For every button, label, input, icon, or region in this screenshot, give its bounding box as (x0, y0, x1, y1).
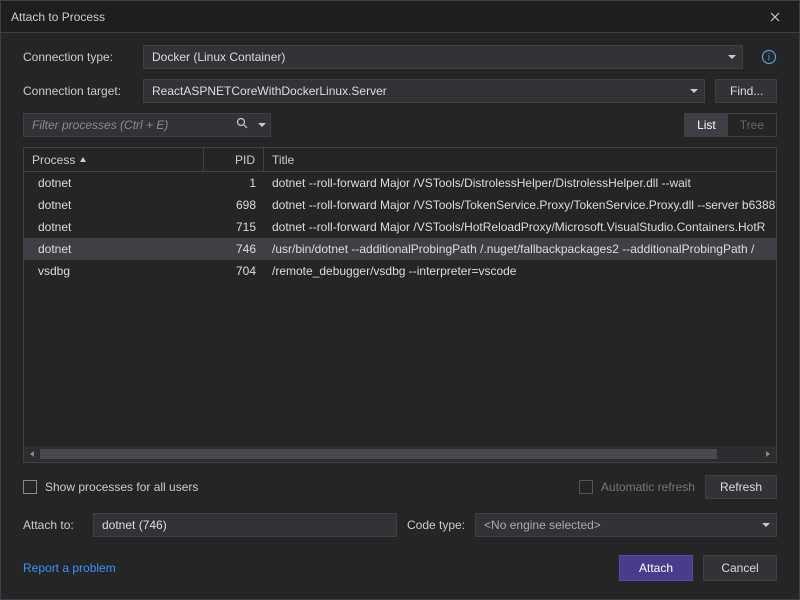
grid-body: dotnet1dotnet --roll-forward Major /VSTo… (24, 172, 776, 446)
connection-type-combo[interactable]: Docker (Linux Container) (143, 45, 743, 69)
close-icon (770, 12, 780, 22)
cell-title: dotnet --roll-forward Major /VSTools/Tok… (264, 198, 776, 212)
sort-ascending-icon (79, 153, 87, 167)
cancel-button[interactable]: Cancel (703, 555, 777, 581)
view-toggle: List Tree (684, 113, 777, 137)
dialog-footer: Report a problem Attach Cancel (1, 551, 799, 599)
scrollbar-track[interactable] (40, 446, 760, 462)
chevron-down-icon (728, 50, 736, 64)
connection-target-value: ReactASPNETCoreWithDockerLinux.Server (152, 84, 387, 98)
cell-process: dotnet (24, 242, 204, 256)
column-header-process[interactable]: Process (24, 148, 204, 171)
connection-target-combo[interactable]: ReactASPNETCoreWithDockerLinux.Server (143, 79, 705, 103)
column-header-title[interactable]: Title (264, 148, 776, 171)
cell-process: vsdbg (24, 264, 204, 278)
process-grid: Process PID Title dotnet1dotnet --roll-f… (23, 147, 777, 463)
filter-searchbox[interactable] (23, 113, 271, 137)
cell-pid: 1 (204, 176, 264, 190)
code-type-label: Code type: (407, 518, 465, 532)
table-row[interactable]: dotnet746/usr/bin/dotnet --additionalPro… (24, 238, 776, 260)
cell-title: dotnet --roll-forward Major /VSTools/Dis… (264, 176, 776, 190)
filter-input[interactable] (32, 118, 230, 132)
horizontal-scrollbar[interactable] (24, 446, 776, 462)
find-button[interactable]: Find... (715, 79, 777, 103)
attach-to-input[interactable] (93, 513, 397, 537)
report-problem-link[interactable]: Report a problem (23, 561, 116, 575)
connection-type-value: Docker (Linux Container) (152, 50, 285, 64)
checkbox-box (579, 480, 593, 494)
cell-process: dotnet (24, 220, 204, 234)
table-row[interactable]: vsdbg704/remote_debugger/vsdbg --interpr… (24, 260, 776, 282)
show-all-users-checkbox[interactable]: Show processes for all users (23, 480, 198, 494)
close-button[interactable] (761, 3, 789, 31)
automatic-refresh-label: Automatic refresh (601, 480, 695, 494)
scroll-right-icon[interactable] (760, 446, 776, 462)
cell-title: /remote_debugger/vsdbg --interpreter=vsc… (264, 264, 776, 278)
chevron-down-icon[interactable] (258, 116, 266, 134)
cell-title: dotnet --roll-forward Major /VSTools/Hot… (264, 220, 776, 234)
code-type-combo[interactable]: <No engine selected> (475, 513, 777, 537)
view-list-toggle[interactable]: List (685, 114, 728, 136)
show-all-users-label: Show processes for all users (45, 480, 198, 494)
attach-button[interactable]: Attach (619, 555, 693, 581)
cell-pid: 704 (204, 264, 264, 278)
view-tree-toggle[interactable]: Tree (728, 114, 776, 136)
refresh-button[interactable]: Refresh (705, 475, 777, 499)
svg-text:i: i (768, 53, 770, 64)
dialog-title: Attach to Process (11, 10, 105, 24)
chevron-down-icon (690, 84, 698, 98)
connection-target-label: Connection target: (23, 84, 133, 98)
attach-to-label: Attach to: (23, 518, 83, 532)
table-row[interactable]: dotnet1dotnet --roll-forward Major /VSTo… (24, 172, 776, 194)
attach-to-process-dialog: Attach to Process Connection type: Docke… (0, 0, 800, 600)
table-row[interactable]: dotnet698dotnet --roll-forward Major /VS… (24, 194, 776, 216)
connection-type-label: Connection type: (23, 50, 133, 64)
cell-pid: 715 (204, 220, 264, 234)
cell-process: dotnet (24, 176, 204, 190)
scroll-left-icon[interactable] (24, 446, 40, 462)
cell-process: dotnet (24, 198, 204, 212)
cell-title: /usr/bin/dotnet --additionalProbingPath … (264, 242, 776, 256)
scrollbar-thumb[interactable] (40, 449, 717, 459)
titlebar: Attach to Process (1, 1, 799, 33)
chevron-down-icon (762, 518, 770, 532)
search-icon (236, 116, 248, 134)
cell-pid: 698 (204, 198, 264, 212)
grid-header: Process PID Title (24, 148, 776, 172)
code-type-value: <No engine selected> (484, 518, 601, 532)
checkbox-box (23, 480, 37, 494)
column-header-pid[interactable]: PID (204, 148, 264, 171)
cell-pid: 746 (204, 242, 264, 256)
automatic-refresh-checkbox[interactable]: Automatic refresh (579, 480, 695, 494)
table-row[interactable]: dotnet715dotnet --roll-forward Major /VS… (24, 216, 776, 238)
info-icon[interactable]: i (761, 49, 777, 65)
